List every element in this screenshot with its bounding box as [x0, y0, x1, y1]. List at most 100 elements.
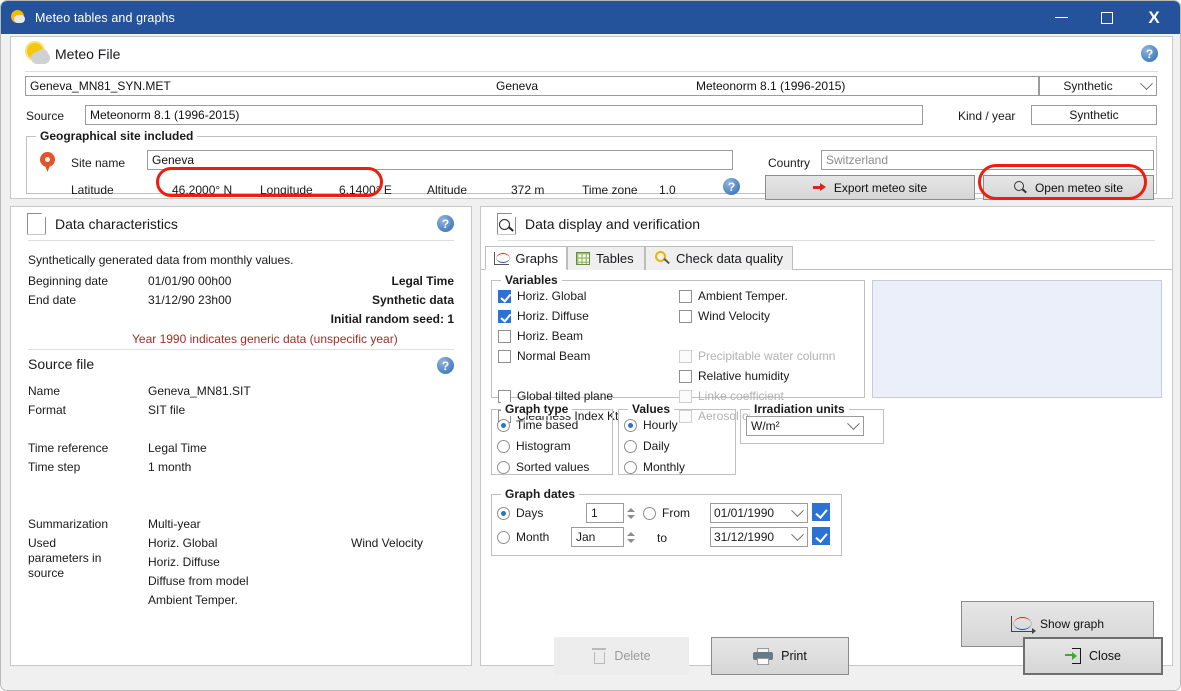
help-icon-meteo-file[interactable]: ?	[1141, 45, 1158, 62]
chevron-down-icon	[1136, 76, 1156, 91]
days-spin-buttons[interactable]	[624, 503, 637, 523]
meteo-window: Meteo tables and graphs X Meteo File ? G…	[0, 0, 1181, 691]
beginning-date-label: Beginning date	[28, 274, 109, 288]
checkbox-horiz-global[interactable]: Horiz. Global	[498, 289, 586, 303]
trash-icon	[592, 648, 607, 664]
client-area: Meteo File ? Geneva_MN81_SYN.MET Geneva …	[1, 34, 1180, 690]
open-meteo-site-button[interactable]: Open meteo site	[983, 175, 1154, 200]
checkbox-linke-coefficient: Linke coefficient	[679, 389, 784, 403]
header-divider	[25, 71, 1158, 72]
longitude-value: 6.1400° E	[339, 183, 392, 197]
checkbox-label: Horiz. Diffuse	[517, 309, 589, 323]
radio-dot	[497, 439, 510, 453]
month-value: Jan	[576, 530, 596, 544]
legal-time-badge: Legal Time	[391, 274, 454, 288]
summarization-label: Summarization	[28, 517, 109, 531]
tabstrip: Graphs Tables Check data quality	[481, 246, 1172, 270]
kind-year-field[interactable]: Synthetic	[1031, 105, 1157, 125]
chevron-down-icon	[787, 503, 807, 518]
month-spinner[interactable]: Jan	[571, 527, 637, 547]
radio-dot	[497, 460, 510, 474]
checkbox-label: Wind Velocity	[698, 309, 771, 323]
delete-button: Delete	[554, 637, 689, 675]
checkbox-global-tilted-plane[interactable]: Global tilted plane	[498, 389, 613, 403]
graph-type-title: Graph type	[501, 402, 573, 416]
source-name-label: Name	[28, 384, 61, 398]
meteo-file-name-value: Geneva_MN81_SYN.MET	[30, 79, 171, 93]
used-params-label-l2: parameters in	[28, 551, 102, 565]
radio-month[interactable]: Month	[497, 530, 549, 544]
window-controls: X	[1038, 1, 1180, 34]
site-name-field[interactable]: Geneva	[147, 150, 733, 170]
radio-label: Time based	[516, 418, 579, 432]
radio-label: Daily	[643, 439, 670, 453]
checkbox-box	[679, 309, 692, 323]
meteo-file-source-value: Meteonorm 8.1 (1996-2015)	[696, 79, 846, 93]
checkbox-box	[498, 309, 511, 323]
variables-group-title: Variables	[501, 273, 562, 287]
radio-days[interactable]: Days	[497, 506, 543, 520]
meteo-file-name-field[interactable]: Geneva_MN81_SYN.MET Geneva Meteonorm 8.1…	[25, 76, 1039, 96]
kind-combo[interactable]: Synthetic	[1039, 76, 1157, 96]
month-spin-buttons[interactable]	[624, 527, 637, 547]
irradiation-units-combo[interactable]: W/m²	[746, 416, 864, 436]
radio-sorted-values[interactable]: Sorted values	[497, 460, 589, 474]
maximize-button[interactable]	[1084, 1, 1130, 34]
tab-check-data-quality[interactable]: Check data quality	[645, 246, 793, 270]
used-param-2: Diffuse from model	[148, 574, 249, 588]
close-button[interactable]: Close	[1023, 637, 1163, 675]
minimize-button[interactable]	[1038, 1, 1084, 34]
close-window-button[interactable]: X	[1130, 1, 1178, 34]
tab-tables[interactable]: Tables	[567, 246, 645, 270]
radio-daily[interactable]: Daily	[624, 439, 670, 453]
source-field[interactable]: Meteonorm 8.1 (1996-2015)	[85, 105, 923, 125]
time-step-label: Time step	[28, 460, 81, 474]
print-button[interactable]: Print	[711, 637, 849, 675]
checkbox-wind-velocity[interactable]: Wind Velocity	[679, 309, 770, 323]
from-date-confirm-button[interactable]	[812, 503, 830, 521]
export-meteo-site-button[interactable]: Export meteo site	[765, 175, 975, 200]
sun-cloud-icon	[25, 42, 51, 65]
checkbox-precipitable-water-column: Precipitable water column	[679, 349, 835, 363]
radio-monthly[interactable]: Monthly	[624, 460, 685, 474]
radio-dot	[624, 439, 637, 453]
longitude-label: Longitude	[260, 183, 313, 197]
tab-graphs-label: Graphs	[515, 250, 558, 266]
used-param-right: Wind Velocity	[351, 536, 424, 550]
show-graph-label: Show graph	[1039, 617, 1105, 631]
days-spinner[interactable]: 1	[586, 503, 637, 523]
radio-hourly[interactable]: Hourly	[624, 418, 678, 432]
checkbox-label: Linke coefficient	[698, 389, 784, 403]
tab-graphs[interactable]: Graphs	[485, 246, 567, 270]
to-date-confirm-button[interactable]	[812, 527, 830, 545]
radio-from[interactable]: From	[643, 506, 690, 520]
used-params-label-l1: Used	[28, 536, 57, 550]
checkbox-box	[498, 329, 511, 343]
document-icon	[27, 212, 46, 235]
radio-label: From	[662, 506, 690, 520]
radio-time-based[interactable]: Time based	[497, 418, 578, 432]
help-icon-data-characteristics[interactable]: ?	[437, 215, 454, 232]
checkbox-label: Relative humidity	[698, 369, 790, 383]
checkbox-relative-humidity[interactable]: Relative humidity	[679, 369, 789, 383]
country-field[interactable]: Switzerland	[821, 150, 1154, 170]
source-label: Source	[26, 109, 65, 123]
help-icon-geographical[interactable]: ?	[723, 178, 740, 195]
dc-divider-2	[28, 349, 454, 350]
timezone-value: 1.0	[659, 183, 676, 197]
spin-down-icon	[626, 514, 635, 519]
latitude-value: 46.2000° N	[172, 183, 233, 197]
days-value: 1	[591, 506, 598, 520]
checkbox-horiz-diffuse[interactable]: Horiz. Diffuse	[498, 309, 589, 323]
radio-label: Sorted values	[516, 460, 590, 474]
checkbox-box	[679, 389, 692, 403]
to-date-combo[interactable]: 31/12/1990	[710, 527, 808, 547]
radio-histogram[interactable]: Histogram	[497, 439, 571, 453]
table-icon	[576, 252, 590, 265]
country-label: Country	[768, 156, 811, 170]
checkbox-ambient-temper[interactable]: Ambient Temper.	[679, 289, 788, 303]
from-date-combo[interactable]: 01/01/1990	[710, 503, 808, 523]
checkbox-normal-beam[interactable]: Normal Beam	[498, 349, 590, 363]
help-icon-source-file[interactable]: ?	[437, 357, 454, 374]
checkbox-horiz-beam[interactable]: Horiz. Beam	[498, 329, 583, 343]
